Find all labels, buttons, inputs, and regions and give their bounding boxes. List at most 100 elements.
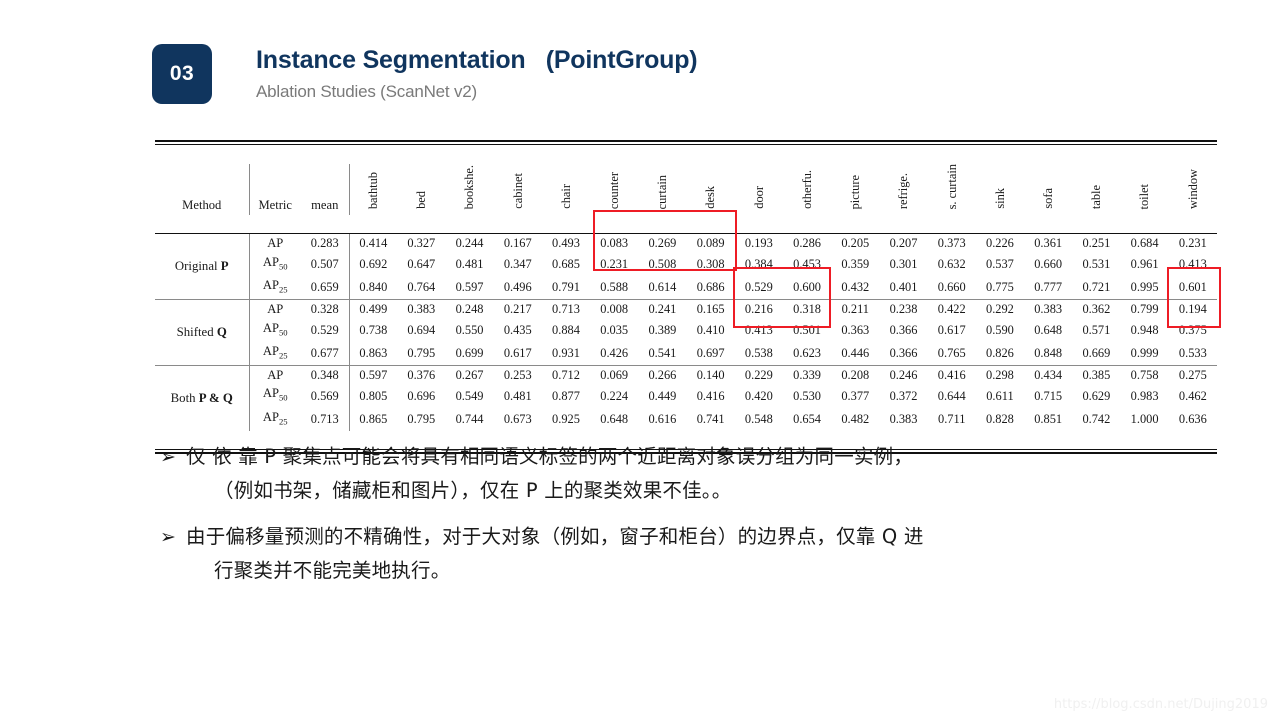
header-category-picture: picture <box>831 164 879 215</box>
header-category-desk: desk <box>687 164 735 215</box>
cell-value: 0.715 <box>1034 388 1063 403</box>
bullet-item: ➢ 由于偏移量预测的不精确性，对于大对象（例如，窗子和柜台）的边界点，仅靠 Q 进… <box>160 520 1215 588</box>
cell-value: 0.286 <box>793 236 822 251</box>
header-category-window: window <box>1169 164 1217 215</box>
cell-value: 0.550 <box>455 322 484 337</box>
mean-value: 0.713 <box>310 411 339 426</box>
cell-value: 0.863 <box>348 341 398 366</box>
table-row: AP50 0.569 0.805 0.696 0.549 0.481 0.877 0.224 0… <box>155 384 1217 408</box>
cell-value: 0.426 <box>600 345 629 360</box>
cell-value: 0.611 <box>986 388 1014 403</box>
table-row: AP50 0.507 0.692 0.647 0.481 0.347 0.685 0.231 0… <box>155 252 1217 276</box>
cell-value: 0.501 <box>793 322 822 337</box>
metric-label: AP50 <box>248 318 301 342</box>
bullet-line: 行聚类并不能完美地执行。 <box>214 559 451 582</box>
metric-label: AP <box>248 233 301 253</box>
header-mean: mean <box>311 198 339 213</box>
cell-value: 0.422 <box>927 299 976 319</box>
cell-value: 0.697 <box>696 345 725 360</box>
cell-value: 0.493 <box>552 236 580 251</box>
header-category-label: table <box>1089 184 1104 210</box>
page-title: Instance Segmentation (PointGroup) <box>256 46 698 74</box>
cell-value: 0.696 <box>407 388 436 403</box>
cell-value: 0.791 <box>552 280 580 295</box>
cell-value: 0.644 <box>937 388 966 403</box>
cell-value: 0.686 <box>696 280 725 295</box>
header-category-label: otherfu. <box>799 170 814 210</box>
header-category-sofa: sofa <box>1024 164 1072 215</box>
cell-value: 0.632 <box>937 257 966 272</box>
cell-value: 0.660 <box>937 280 966 295</box>
cell-value: 0.531 <box>1082 257 1111 272</box>
cell-value: 0.267 <box>445 364 494 385</box>
cell-value: 0.035 <box>600 322 629 337</box>
cell-value: 0.647 <box>407 257 436 272</box>
cell-value: 0.481 <box>455 257 484 272</box>
cell-value: 0.660 <box>1034 257 1063 272</box>
cell-value: 0.359 <box>841 257 870 272</box>
header-category-cabinet: cabinet <box>494 164 542 215</box>
cell-value: 0.008 <box>590 299 639 319</box>
cell-value: 0.069 <box>590 364 639 385</box>
cell-value: 0.253 <box>493 364 542 385</box>
cell-value: 0.530 <box>793 388 822 403</box>
cell-value: 0.961 <box>1130 257 1159 272</box>
cell-value: 0.416 <box>927 364 976 385</box>
cell-value: 0.711 <box>938 411 966 426</box>
table-header-row: Method Metric mean bathtub bed bookshe. cabine… <box>155 163 1217 215</box>
cell-value: 0.600 <box>793 280 822 295</box>
cell-value: 0.416 <box>696 388 725 403</box>
cell-value: 0.795 <box>407 345 436 360</box>
cell-value: 0.385 <box>1072 364 1121 385</box>
cell-value: 0.083 <box>600 236 629 251</box>
header-category-door: door <box>735 164 783 215</box>
cell-value: 0.327 <box>407 236 436 251</box>
table-row: AP25 0.713 0.865 0.795 0.744 0.673 0.925 0.648 0… <box>155 407 1217 431</box>
cell-value: 0.165 <box>686 299 735 319</box>
cell-value: 0.462 <box>1178 388 1207 403</box>
bullet-list: ➢ 仅 依 靠 P 聚集点可能会将具有相同语义标签的两个近距离对象误分组为同一实例… <box>160 440 1215 600</box>
cell-value: 0.089 <box>696 236 725 251</box>
mean-value: 0.283 <box>310 236 339 251</box>
cell-value: 0.648 <box>1034 322 1063 337</box>
cell-value: 0.654 <box>793 411 822 426</box>
cell-value: 0.246 <box>879 364 928 385</box>
title-block: Instance Segmentation (PointGroup) Ablat… <box>256 46 698 102</box>
cell-value: 0.499 <box>348 299 398 319</box>
cell-value: 0.308 <box>696 257 725 272</box>
cell-value: 0.248 <box>445 299 494 319</box>
mean-value: 0.507 <box>310 257 339 272</box>
ablation-results-table: Method Metric mean bathtub bed bookshe. cabine… <box>155 140 1217 455</box>
cell-value: 0.205 <box>841 236 870 251</box>
cell-value: 0.699 <box>455 345 484 360</box>
cell-value: 0.597 <box>455 280 484 295</box>
cell-value: 0.226 <box>986 236 1014 251</box>
cell-value: 0.669 <box>1082 345 1111 360</box>
metric-label: AP25 <box>248 407 301 431</box>
header-category-curtain: curtain <box>638 164 686 215</box>
method-label: Original P <box>174 259 229 274</box>
header-category-label: bed <box>414 191 429 210</box>
cell-value: 0.840 <box>348 275 398 300</box>
table-row: Shifted Q AP 0.328 0.499 0.383 0.248 0.217 0.71… <box>155 299 1217 366</box>
cell-value: 0.434 <box>1024 364 1073 385</box>
header-category-bathtub: bathtub <box>348 163 398 215</box>
cell-value: 0.366 <box>889 322 918 337</box>
header-category-label: sofa <box>1040 188 1055 210</box>
cell-value: 0.231 <box>600 257 629 272</box>
header-metric: Metric <box>248 163 301 215</box>
cell-value: 0.339 <box>782 364 832 385</box>
cell-value: 0.538 <box>744 345 773 360</box>
cell-value: 0.211 <box>831 299 880 319</box>
cell-value: 0.694 <box>407 322 436 337</box>
cell-value: 0.758 <box>1120 364 1169 385</box>
cell-value: 0.216 <box>734 299 783 319</box>
header-category-chair: chair <box>542 164 590 215</box>
bullet-text: 仅 依 靠 P 聚集点可能会将具有相同语义标签的两个近距离对象误分组为同一实例，… <box>186 440 913 508</box>
cell-value: 0.372 <box>889 388 918 403</box>
cell-value: 0.692 <box>348 252 398 276</box>
table-row: Original P AP 0.283 0.414 0.327 0.244 0.167 0.4… <box>155 233 1217 273</box>
cell-value: 0.301 <box>889 257 918 272</box>
header-category-label: cabinet <box>510 173 525 210</box>
cell-value: 0.537 <box>986 257 1014 272</box>
